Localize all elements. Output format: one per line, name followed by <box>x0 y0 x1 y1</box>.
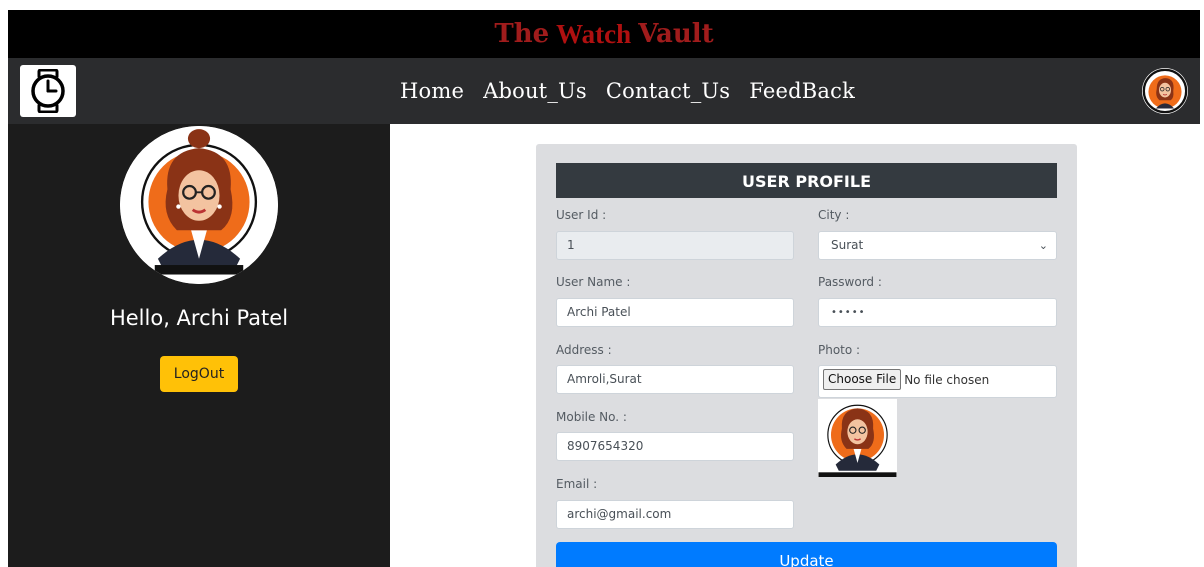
photo-preview <box>818 399 897 477</box>
main-content: USER PROFILE User Id : 1 User Name : Arc… <box>390 124 1200 567</box>
greeting-text: Hello, Archi Patel <box>109 306 289 330</box>
photo-label: Photo : <box>818 343 861 357</box>
choose-file-button[interactable]: Choose File <box>823 369 902 390</box>
nav-link-feedback[interactable]: FeedBack <box>749 79 855 103</box>
city-label: City : <box>818 208 850 222</box>
no-file-text: No file chosen <box>904 373 990 387</box>
site-title-part-2: Watch <box>556 18 632 49</box>
mobile-field[interactable]: 8907654320 <box>556 432 794 461</box>
page-left-edge <box>0 0 8 567</box>
nav-links: Home About_Us Contact_Us FeedBack <box>400 58 874 124</box>
profile-avatar <box>120 126 278 284</box>
user-profile-card: USER PROFILE User Id : 1 User Name : Arc… <box>536 144 1077 567</box>
user-name-label: User Name : <box>556 275 631 289</box>
user-avatar-icon <box>120 126 278 284</box>
site-title-part-1: The <box>494 19 550 49</box>
sidebar: Hello, Archi Patel LogOut <box>8 124 390 567</box>
user-avatar-icon <box>818 399 897 477</box>
nav-link-home[interactable]: Home <box>400 79 464 103</box>
navbar: Home About_Us Contact_Us FeedBack <box>8 58 1200 124</box>
page-right-edge <box>1200 0 1204 567</box>
nav-link-about-us[interactable]: About_Us <box>483 79 587 103</box>
password-label: Password : <box>818 275 882 289</box>
user-id-label: User Id : <box>556 208 607 222</box>
user-id-field: 1 <box>556 231 794 260</box>
site-title-bar: The Watch Vault <box>8 10 1200 58</box>
chevron-down-icon: ⌄ <box>1038 239 1048 252</box>
user-name-field[interactable]: Archi Patel <box>556 298 794 327</box>
password-field[interactable]: ••••• <box>818 298 1057 327</box>
address-field[interactable]: Amroli,Surat <box>556 365 794 394</box>
mobile-label: Mobile No. : <box>556 410 627 424</box>
email-label: Email : <box>556 477 598 491</box>
nav-user-avatar[interactable] <box>1142 68 1188 114</box>
photo-file-input[interactable]: Choose File No file chosen <box>818 365 1057 398</box>
update-button[interactable]: Update <box>556 542 1057 567</box>
city-select[interactable]: Surat ⌄ <box>818 231 1057 260</box>
watch-logo[interactable] <box>20 65 76 117</box>
logout-button[interactable]: LogOut <box>160 356 238 392</box>
watch-icon <box>31 69 65 113</box>
nav-link-contact-us[interactable]: Contact_Us <box>606 79 730 103</box>
site-title-part-3: Vault <box>638 19 714 49</box>
city-selected-value: Surat <box>831 238 864 252</box>
address-label: Address : <box>556 343 612 357</box>
profile-card-header: USER PROFILE <box>556 163 1057 198</box>
user-avatar-icon <box>1142 68 1188 114</box>
email-field[interactable]: archi@gmail.com <box>556 500 794 529</box>
